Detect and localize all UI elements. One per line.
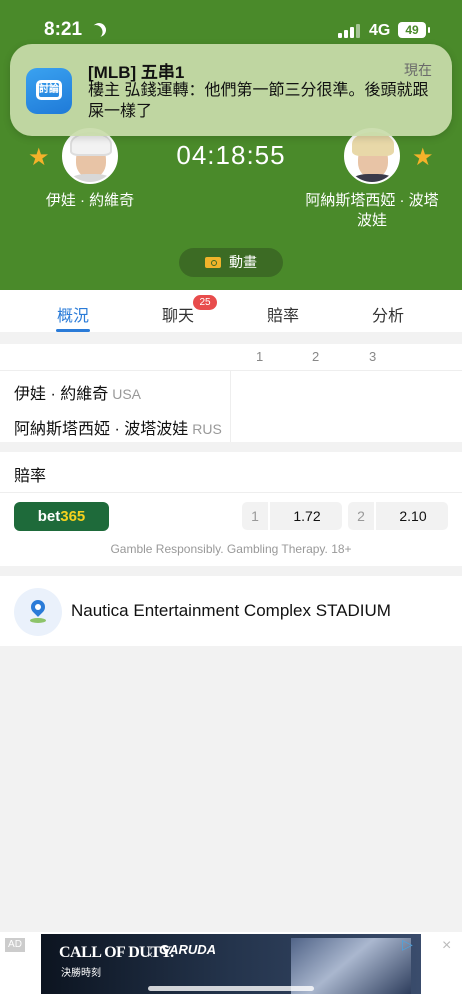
odds-title: 賠率 xyxy=(14,468,47,485)
score-row-name: 伊娃 · 約維奇 xyxy=(14,386,109,403)
odds-option-home[interactable]: 1 1.72 xyxy=(242,502,342,530)
home-indicator[interactable] xyxy=(148,986,314,991)
odds-divider xyxy=(0,492,462,493)
do-not-disturb-icon xyxy=(89,20,108,39)
signal-icon xyxy=(338,24,362,38)
ad-label: AD xyxy=(5,938,25,952)
score-row-country: USA xyxy=(112,386,142,402)
score-row-home: 伊娃 · 約維奇 USA xyxy=(14,380,141,404)
chat-count-badge: 25 xyxy=(193,295,217,310)
network-type: 4G xyxy=(369,22,391,39)
bookmaker-name: bet xyxy=(37,508,61,525)
away-avatar-shirt xyxy=(350,174,396,182)
notification-time: 現在 xyxy=(404,62,432,78)
battery-icon: 49 xyxy=(398,22,426,38)
tab-bar: 概況 聊天 25 賠率 分析 xyxy=(0,290,462,332)
forum-app-icon: 討論 xyxy=(26,68,72,114)
odds-option-value: 1.72 xyxy=(293,508,321,524)
odds-option-away[interactable]: 2 2.10 xyxy=(348,502,448,530)
away-player-avatar[interactable] xyxy=(344,128,400,184)
odds-option-value: 2.10 xyxy=(399,508,427,524)
battery-tip xyxy=(428,27,430,33)
scoreboard-divider xyxy=(0,370,462,371)
notification-body: 樓主 弘錢運轉：他們第一節三分很準。後頭就跟屎一樣了 xyxy=(88,82,429,120)
odds-option-key: 2 xyxy=(348,502,376,530)
venue-row[interactable]: Nautica Entertainment Complex STADIUM xyxy=(0,576,462,646)
score-row-name: 阿納斯塔西婭 · 波塔波娃 xyxy=(14,421,189,438)
ad-collab: GARUDA xyxy=(159,942,217,957)
tab-analysis[interactable]: 分析 xyxy=(372,302,404,326)
tab-overview[interactable]: 概況 xyxy=(57,302,89,326)
odds-option-key: 1 xyxy=(242,502,270,530)
ad-subtitle: 決勝時刻 xyxy=(61,968,101,979)
status-bar: 8:21 4G 49 xyxy=(0,0,462,44)
tab-chat[interactable]: 聊天 xyxy=(162,302,194,326)
adchoices-icon[interactable]: ▷ xyxy=(402,936,413,953)
ad-close-icon[interactable]: × xyxy=(442,937,451,955)
away-player-name: 阿納斯塔西婭 · 波塔波娃 xyxy=(305,192,439,229)
score-row-away: 阿納斯塔西婭 · 波塔波娃 RUS xyxy=(14,415,222,439)
odds-section: 賠率 bet365 1 1.72 2 2.10 Gamble Responsib… xyxy=(0,452,462,566)
active-tab-indicator xyxy=(56,329,90,332)
score-row-country: RUS xyxy=(192,421,222,437)
field-icon xyxy=(205,257,221,268)
ad-banner[interactable]: CALL OF DUTY. 決勝時刻 × GARUDA xyxy=(41,934,421,994)
gambling-disclaimer[interactable]: Gamble Responsibly. Gambling Therapy. 18… xyxy=(0,542,462,556)
ad-collab-x: × xyxy=(147,950,153,961)
animation-button[interactable]: 動畫 xyxy=(179,248,283,277)
location-pin-icon xyxy=(14,588,62,636)
bookmaker-name-highlight: 365 xyxy=(60,508,86,525)
animation-label: 動畫 xyxy=(229,254,257,270)
set-header-2: 2 xyxy=(312,349,320,364)
push-notification[interactable]: 討論 [MLB] 五串1 現在 樓主 弘錢運轉：他們第一節三分很準。後頭就跟屎一… xyxy=(10,44,452,136)
home-player-name: 伊娃 · 約維奇 xyxy=(45,192,135,209)
bookmaker-logo[interactable]: bet365 xyxy=(14,502,109,531)
scoreboard-column-divider xyxy=(230,370,231,442)
ad-brand: CALL OF DUTY. xyxy=(59,944,174,961)
tab-odds[interactable]: 賠率 xyxy=(267,302,299,326)
set-header-1: 1 xyxy=(256,349,264,364)
scoreboard: 1 2 3 伊娃 · 約維奇 USA 阿納斯塔西婭 · 波塔波娃 RUS xyxy=(0,344,462,442)
set-header-3: 3 xyxy=(369,349,377,364)
favorite-star-icon-away[interactable]: ★ xyxy=(412,143,434,172)
venue-name: Nautica Entertainment Complex STADIUM xyxy=(71,601,391,620)
status-time: 8:21 xyxy=(44,19,83,40)
home-avatar-shirt xyxy=(68,174,114,182)
